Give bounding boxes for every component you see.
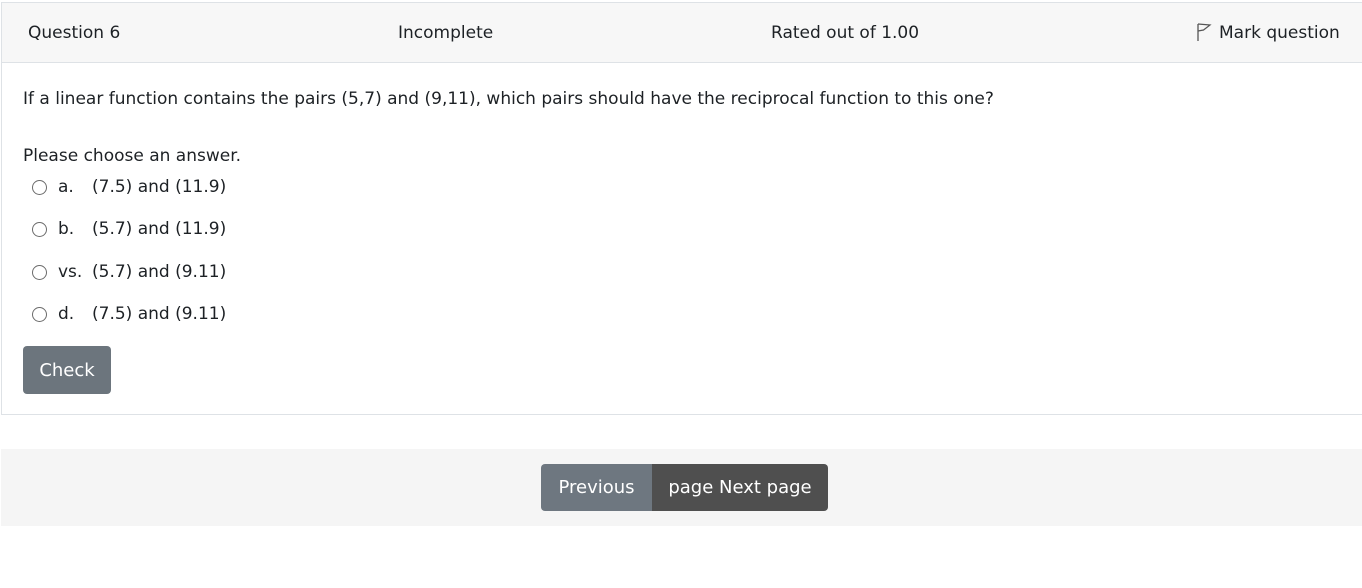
answer-prompt: Please choose an answer.: [23, 146, 242, 166]
answer-letter: b.: [58, 219, 75, 239]
answer-text: (5.7) and (9.11): [92, 262, 227, 282]
next-page-button[interactable]: page Next page: [652, 464, 828, 511]
answer-text: (7.5) and (9.11): [92, 304, 227, 324]
mark-question-label: Mark question: [1219, 23, 1340, 43]
question-header: Question 6 Incomplete Rated out of 1.00 …: [2, 3, 1362, 63]
radio-button[interactable]: [32, 221, 47, 237]
radio-button[interactable]: [32, 264, 47, 280]
question-card: Question 6 Incomplete Rated out of 1.00 …: [1, 2, 1362, 415]
answer-letter: d.: [58, 304, 75, 324]
check-button[interactable]: Check: [23, 346, 111, 394]
radio-button[interactable]: [32, 306, 47, 322]
mark-question-button[interactable]: Mark question: [1195, 21, 1340, 43]
answer-text: (7.5) and (11.9): [92, 177, 227, 197]
answer-letter: a.: [58, 177, 74, 197]
previous-page-button[interactable]: Previous: [541, 464, 652, 511]
flag-icon: [1197, 23, 1212, 41]
answer-option-a[interactable]: a. (7.5) and (11.9): [32, 175, 226, 199]
quiz-navigation: Previous page Next page: [1, 449, 1362, 526]
answer-letter: vs.: [58, 262, 83, 282]
answer-text: (5.7) and (11.9): [92, 219, 227, 239]
question-number: Question 6: [28, 23, 121, 43]
question-text: If a linear function contains the pairs …: [23, 89, 994, 109]
answer-option-c[interactable]: vs. (5.7) and (9.11): [32, 260, 226, 284]
radio-button[interactable]: [32, 179, 47, 195]
answer-option-d[interactable]: d. (7.5) and (9.11): [32, 302, 226, 326]
question-state: Incomplete: [398, 23, 494, 43]
question-grade: Rated out of 1.00: [771, 23, 920, 43]
answer-option-b[interactable]: b. (5.7) and (11.9): [32, 217, 226, 241]
